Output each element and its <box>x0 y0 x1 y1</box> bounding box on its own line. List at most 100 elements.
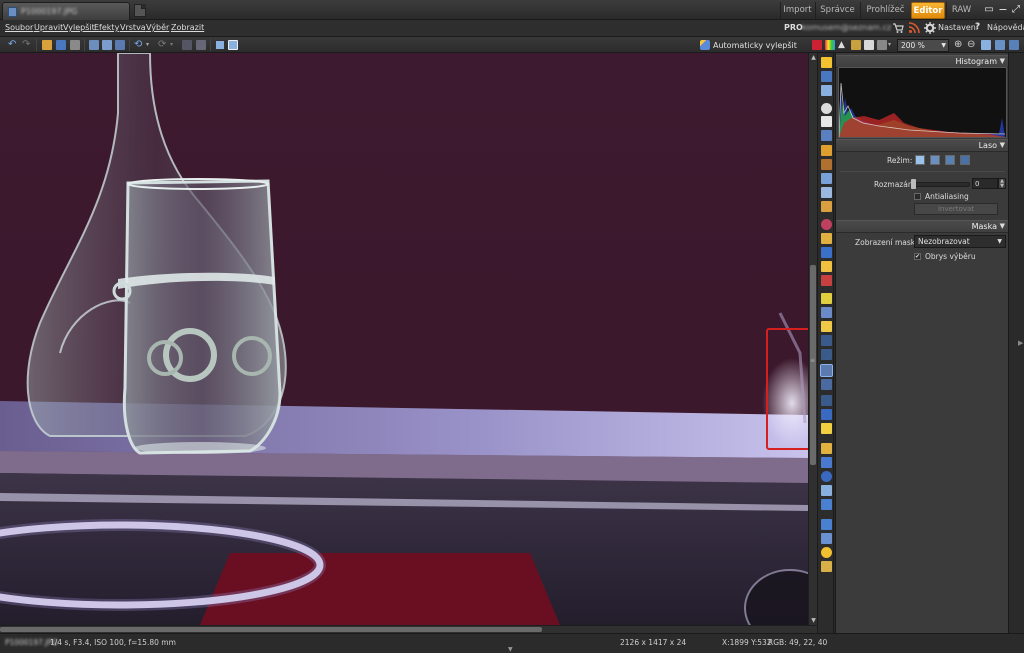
mask-display-select[interactable]: Nezobrazovat ▼ <box>914 235 1006 248</box>
chevron-down-icon[interactable]: ▾ <box>170 40 180 50</box>
hand-icon[interactable] <box>821 116 832 127</box>
brightness-icon[interactable] <box>851 40 861 50</box>
subtract-selection-icon[interactable] <box>945 155 955 165</box>
view-split-icon[interactable] <box>228 40 238 50</box>
selection-outline-checkbox[interactable]: ✔ <box>914 253 921 260</box>
vertical-scrollbar[interactable]: ▲ ≡ ▼ <box>808 53 817 625</box>
chevron-right-icon[interactable]: ▶ <box>1018 339 1023 347</box>
new-document-icon[interactable] <box>134 4 146 17</box>
tab-raw[interactable]: RAW <box>946 2 976 19</box>
menu-soubor[interactable]: Soubor <box>5 23 33 32</box>
levels-icon[interactable] <box>821 159 832 170</box>
auto-enhance-button[interactable]: Automaticky vylepšit <box>700 39 797 52</box>
frame-icon[interactable] <box>821 85 832 96</box>
pencil-icon[interactable] <box>821 293 832 304</box>
chevron-down-icon[interactable]: ▼ <box>508 646 513 653</box>
brush-icon[interactable] <box>821 247 832 258</box>
selection-icon[interactable] <box>821 130 832 141</box>
zoom-icon[interactable] <box>821 103 832 114</box>
cart-icon[interactable] <box>892 22 904 34</box>
photo-canvas[interactable] <box>0 53 808 625</box>
lasso-header[interactable]: Laso ▼ <box>836 139 1009 152</box>
fullscreen-view-icon[interactable] <box>1009 40 1019 50</box>
color-balance-icon[interactable] <box>825 40 835 50</box>
invert-button[interactable]: Invertovat <box>914 203 998 215</box>
undo-icon[interactable]: ↶ <box>8 40 18 50</box>
panel-collapse-strip[interactable]: ▶ <box>1008 53 1024 633</box>
fill-icon[interactable] <box>821 321 832 332</box>
new-selection-icon[interactable] <box>915 155 925 165</box>
notification-icon[interactable] <box>908 22 920 34</box>
print-preview-icon[interactable] <box>877 40 887 50</box>
document-tab[interactable]: P1000197.JPG <box>2 2 130 20</box>
zoom-select[interactable]: 200 % ▼ <box>897 39 949 52</box>
print-icon[interactable] <box>70 40 80 50</box>
horizontal-scrollbar[interactable] <box>0 625 818 633</box>
eraser-icon[interactable] <box>821 307 832 318</box>
pen-icon[interactable] <box>821 395 832 406</box>
shape-icon[interactable] <box>821 443 832 454</box>
zoom-out-icon[interactable]: ⊖ <box>967 40 977 50</box>
text-icon[interactable] <box>821 423 832 434</box>
clone-icon[interactable] <box>821 485 832 496</box>
view-single-icon[interactable] <box>215 40 225 50</box>
sun-icon[interactable] <box>821 547 832 558</box>
menu-vylepsit[interactable]: Vylepšit <box>63 23 95 32</box>
heal-icon[interactable] <box>821 261 832 272</box>
lasso-icon[interactable] <box>820 364 833 377</box>
zoom-in-icon[interactable]: ⊕ <box>954 40 964 50</box>
dodge-icon[interactable] <box>821 275 832 286</box>
rectangle-icon[interactable] <box>821 457 832 468</box>
blur-slider-thumb[interactable] <box>911 179 916 189</box>
mirror-icon[interactable] <box>196 40 206 50</box>
ellipse-icon[interactable] <box>821 471 832 482</box>
save-icon[interactable] <box>56 40 66 50</box>
picture-icon[interactable] <box>821 519 832 530</box>
add-selection-icon[interactable] <box>930 155 940 165</box>
layers-icon[interactable] <box>821 173 832 184</box>
actual-size-icon[interactable] <box>995 40 1005 50</box>
redeye-icon[interactable] <box>821 219 832 230</box>
picture-icon[interactable] <box>864 40 874 50</box>
tab-viewer[interactable]: Prohlížeč <box>860 2 910 19</box>
magic-wand-icon[interactable] <box>821 379 832 390</box>
menu-upravit[interactable]: Upravit <box>34 23 63 32</box>
account-email[interactable]: komusem@seznam.cz <box>802 23 891 32</box>
stamp-icon[interactable] <box>821 233 832 244</box>
transform-icon[interactable] <box>821 187 832 198</box>
tab-manager[interactable]: Správce <box>815 2 859 19</box>
antialiasing-checkbox[interactable] <box>914 193 921 200</box>
gear-icon[interactable] <box>924 22 936 34</box>
open-icon[interactable] <box>42 40 52 50</box>
redo-icon[interactable]: ↷ <box>22 40 32 50</box>
blur-spinner[interactable]: ▲ ▼ <box>998 178 1006 189</box>
help-link[interactable]: Nápověda <box>987 23 1024 32</box>
fullscreen-icon[interactable]: ⤢ <box>1009 3 1023 17</box>
tab-import[interactable]: Import <box>780 2 814 19</box>
vertical-scroll-thumb[interactable] <box>810 265 816 465</box>
rotate-right-icon[interactable]: ⟳ <box>158 40 168 50</box>
intersect-selection-icon[interactable] <box>960 155 970 165</box>
menu-vyber[interactable]: Výběr <box>146 23 169 32</box>
sharpen-icon[interactable] <box>821 349 832 360</box>
smudge-icon[interactable] <box>821 335 832 346</box>
lightning-icon[interactable] <box>821 57 832 68</box>
help-icon[interactable]: ? <box>975 22 980 32</box>
blur-input[interactable]: 0 <box>972 178 998 189</box>
monitor-icon[interactable]: ▭ <box>982 3 996 17</box>
crop-icon[interactable] <box>821 71 832 82</box>
straighten-icon[interactable] <box>821 499 832 510</box>
settings-link[interactable]: Nastavení <box>938 23 978 32</box>
redeye-icon[interactable] <box>812 40 822 50</box>
menu-vrstva[interactable]: Vrstva <box>120 23 146 32</box>
mask-header[interactable]: Maska ▼ <box>836 220 1009 233</box>
copy-icon[interactable] <box>89 40 99 50</box>
rotate-icon[interactable]: ⟲ <box>134 40 144 50</box>
fit-to-window-icon[interactable] <box>981 40 991 50</box>
line-icon[interactable] <box>821 409 832 420</box>
tab-editor[interactable]: Editor <box>911 2 945 19</box>
chevron-down-icon[interactable]: ▾ <box>146 40 156 50</box>
paste-icon[interactable] <box>102 40 112 50</box>
minimize-icon[interactable]: − <box>996 3 1010 17</box>
badge-icon[interactable] <box>821 561 832 572</box>
